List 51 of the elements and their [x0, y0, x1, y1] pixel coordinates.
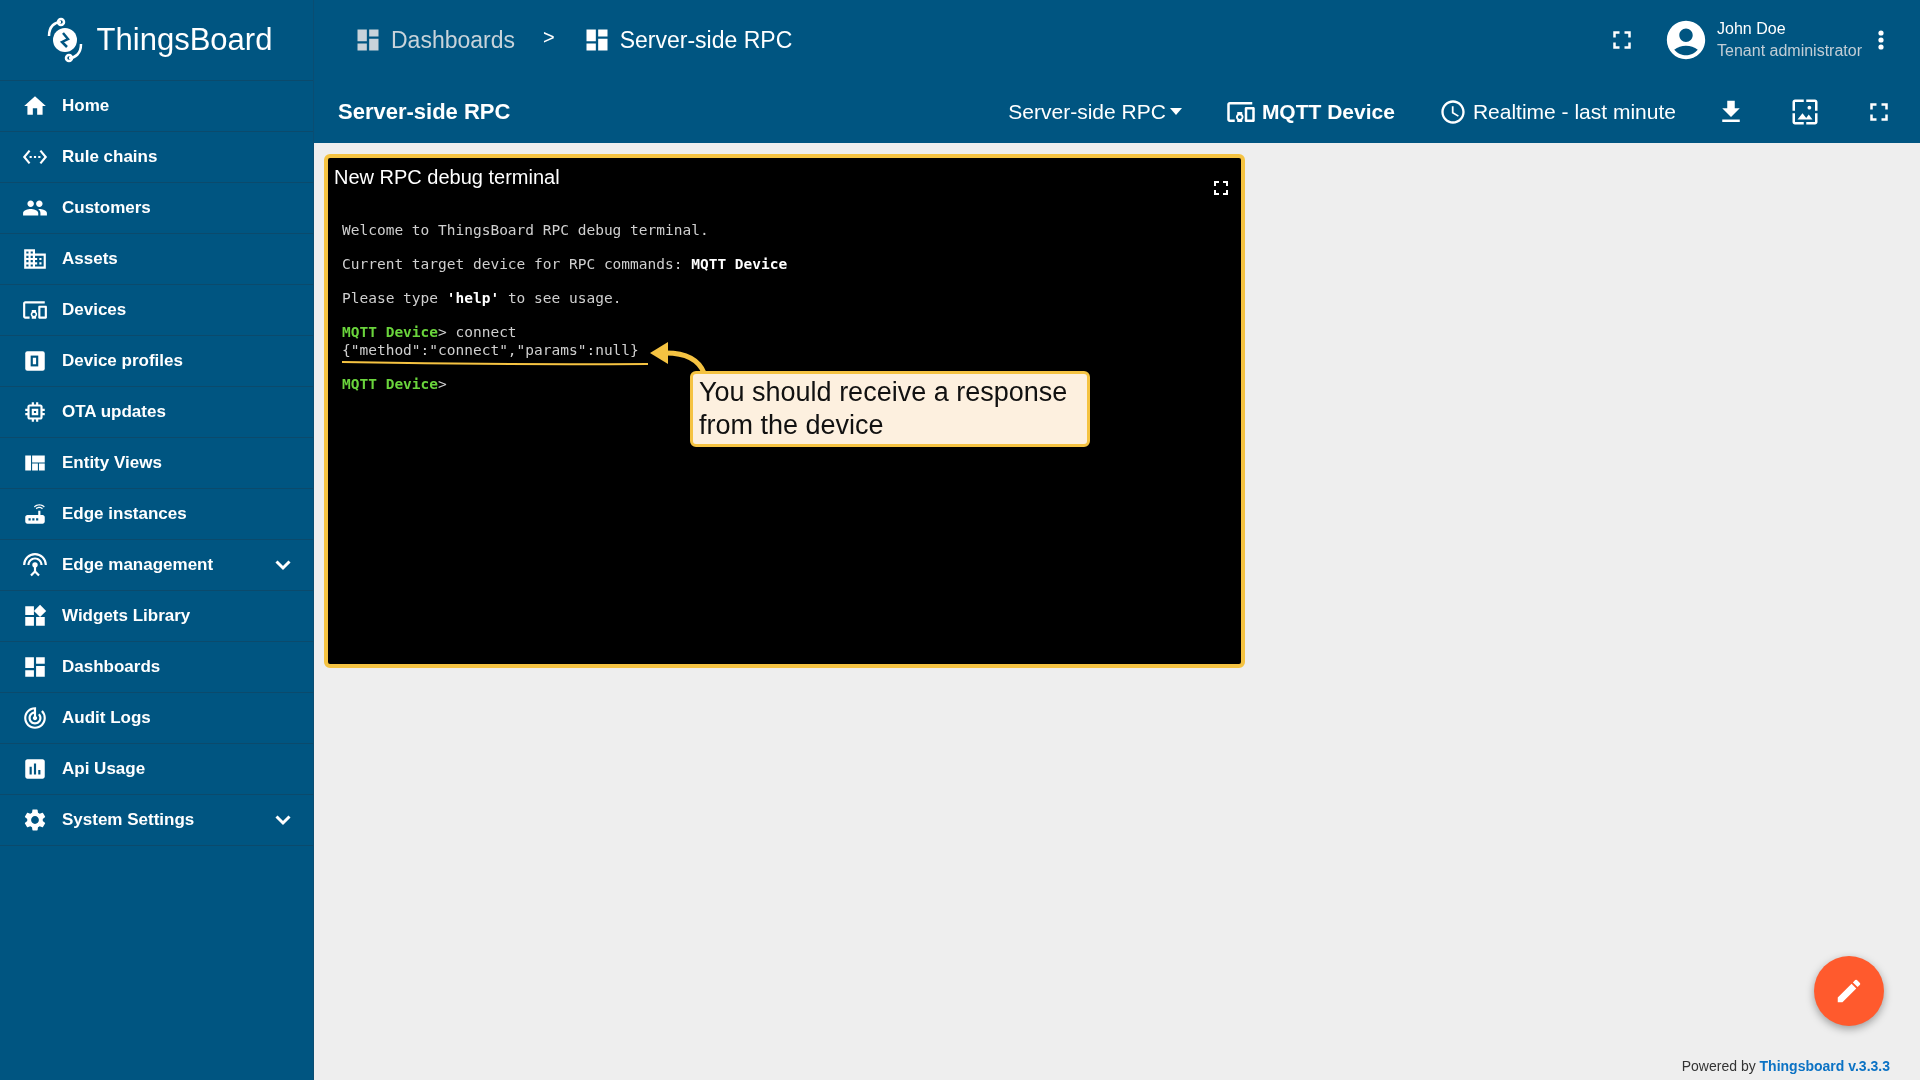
breadcrumb-separator: > [543, 25, 555, 49]
sidebar-item[interactable]: Audit Logs [0, 693, 313, 744]
entity-button[interactable]: MQTT Device [1215, 90, 1405, 133]
clock-icon [1438, 97, 1467, 126]
terminal-line: Current target device for RPC commands: MQTT Device [342, 256, 788, 272]
user-name: John Doe [1717, 20, 1787, 38]
profile-card-icon [22, 348, 48, 374]
target-icon [22, 705, 48, 731]
user-role: Tenant administrator [1717, 42, 1862, 60]
sidebar-item[interactable]: Home [0, 81, 313, 132]
sidebar-item[interactable]: Dashboards [0, 642, 313, 693]
sidebar-item[interactable]: Widgets Library [0, 591, 313, 642]
terminal-line: Welcome to ThingsBoard RPC debug terminal. [342, 222, 709, 238]
antenna-icon [22, 552, 48, 578]
breadcrumb-link[interactable]: Server-side RPC [582, 26, 793, 54]
terminal-line: MQTT Device> connect [342, 324, 517, 340]
dropdown-caret-icon [1169, 108, 1182, 115]
dashboard-title: Server-side RPC [338, 98, 512, 125]
sidebar-item[interactable]: Rule chains [0, 132, 313, 183]
sidebar-item[interactable]: Device profiles [0, 336, 313, 387]
terminal-line: Please type 'help' to see usage. [342, 290, 622, 306]
building-icon [22, 246, 48, 272]
state-select[interactable]: Server-side RPC [998, 93, 1192, 130]
chevron-down-icon [275, 814, 291, 826]
settings-icon [22, 807, 48, 833]
chevron-down-icon [275, 559, 291, 571]
sidebar-item[interactable]: Assets [0, 234, 313, 285]
callout-note: You should receive a response from the device [690, 371, 1090, 447]
widget-title: New RPC debug terminal [334, 166, 560, 189]
more-vert-icon [1878, 30, 1884, 50]
chip-icon [22, 399, 48, 425]
sidebar-item[interactable]: OTA updates [0, 387, 313, 438]
router-icon [22, 501, 48, 527]
bar-chart-icon [22, 756, 48, 782]
dashboard-icon [22, 654, 48, 680]
version-link[interactable]: Thingsboard v.3.3.3 [1759, 1058, 1890, 1074]
terminal-line: MQTT Device> [342, 376, 447, 392]
powered-by-text: Powered by Thingsboard v.3.3.3 [1681, 1058, 1890, 1074]
terminal-line: {"method":"connect","params":null} [342, 342, 639, 358]
widgets-icon [22, 603, 48, 629]
sidebar-item[interactable]: System Settings [0, 795, 313, 846]
sidebar-item[interactable]: Entity Views [0, 438, 313, 489]
sidebar-item[interactable]: Devices [0, 285, 313, 336]
sidebar-item[interactable]: Api Usage [0, 744, 313, 795]
app-name: ThingsBoard [96, 22, 273, 58]
sidebar-item[interactable]: Edge instances [0, 489, 313, 540]
edit-button[interactable] [1814, 956, 1884, 1026]
sidebar-item[interactable]: Edge management [0, 540, 313, 591]
timewindow-button[interactable]: Realtime - last minute [1428, 91, 1686, 132]
sidebar-item[interactable]: Customers [0, 183, 313, 234]
breadcrumb-link[interactable]: Dashboards [354, 26, 516, 54]
